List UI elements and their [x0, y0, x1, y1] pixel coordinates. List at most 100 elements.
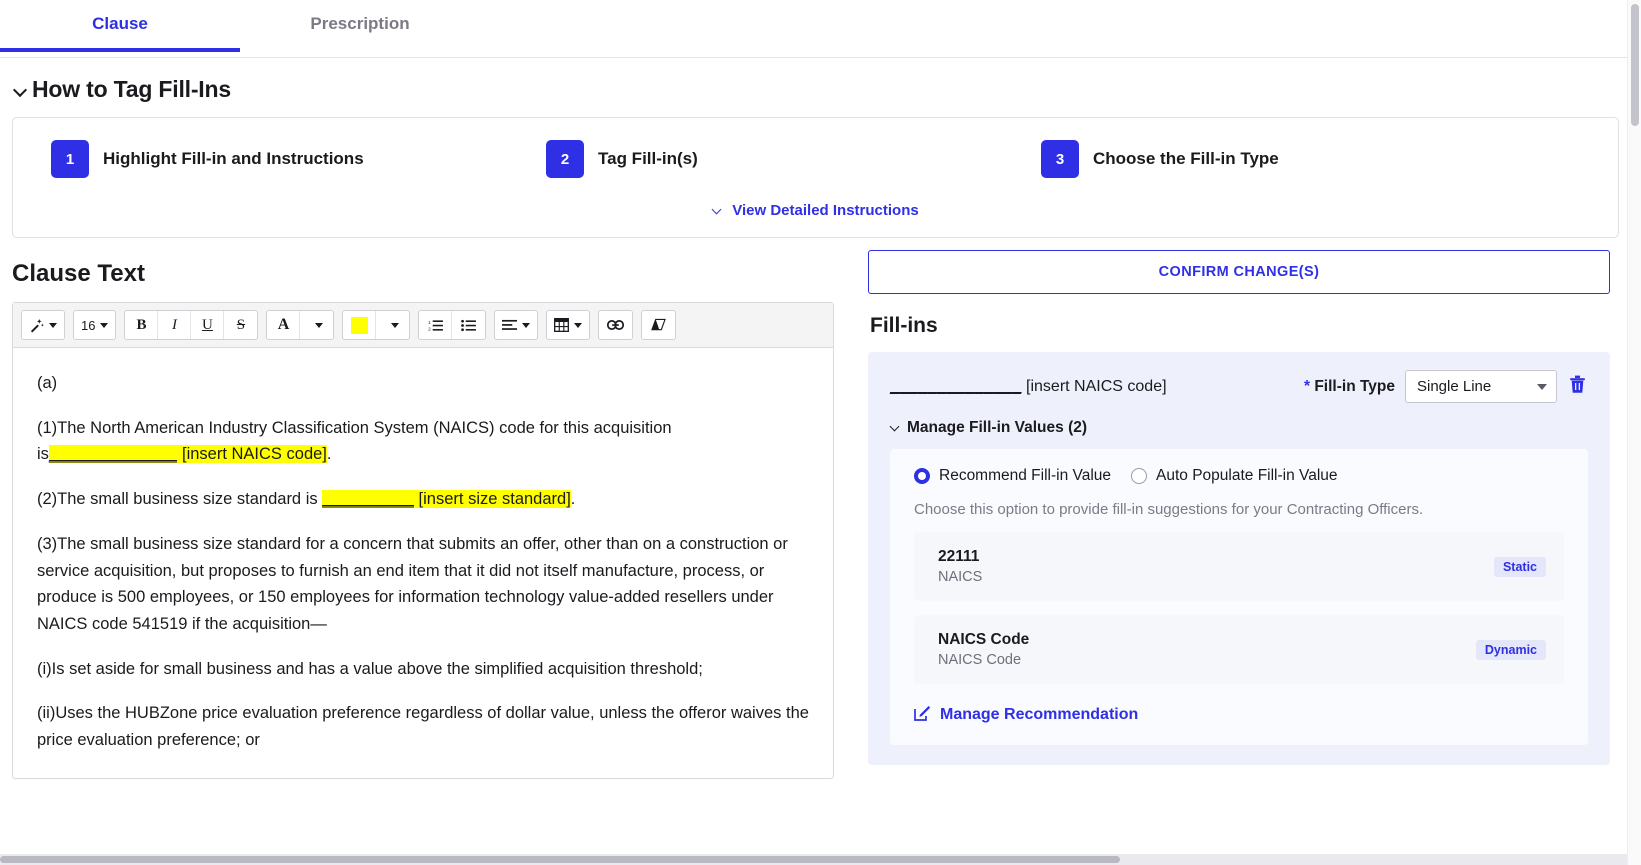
clause-text-column: Clause Text 16 B I U S A 1 2 (a) (1)The … [0, 250, 860, 779]
clause-text-run: (3)The small business size standard for … [37, 534, 788, 634]
fillin-value-item[interactable]: 22111 NAICS Static [914, 532, 1564, 601]
view-detailed-instructions-link[interactable]: View Detailed Instructions [13, 202, 1618, 219]
step-3: 3 Choose the Fill-in Type [1041, 140, 1580, 178]
clause-paragraph: (1)The North American Industry Classific… [37, 415, 809, 468]
svg-text:1: 1 [428, 320, 431, 325]
vertical-scrollbar-thumb[interactable] [1631, 4, 1639, 126]
step-3-label: Choose the Fill-in Type [1093, 149, 1279, 168]
clause-paragraph: (ii)Uses the HUBZone price evaluation pr… [37, 700, 809, 753]
clause-paragraph: (i)Is set aside for small business and h… [37, 656, 809, 683]
fillin-value-source: NAICS [938, 569, 983, 585]
font-color-button[interactable]: A [267, 311, 301, 339]
edit-pencil-icon [914, 704, 931, 725]
toolbar-group-font-size: 16 [73, 310, 117, 340]
fillin-value-item[interactable]: NAICS Code NAICS Code Dynamic [914, 615, 1564, 684]
step-1-number: 1 [51, 140, 89, 178]
view-detailed-instructions-label: View Detailed Instructions [732, 202, 919, 219]
fillin-instruction: [insert NAICS code] [1026, 377, 1167, 395]
italic-button[interactable]: I [158, 311, 192, 339]
clause-text-run: . [326, 445, 332, 464]
bold-button[interactable]: B [125, 311, 159, 339]
step-1-label: Highlight Fill-in and Instructions [103, 149, 364, 168]
clause-text-run: (a) [37, 374, 58, 392]
font-color-dropdown[interactable] [300, 311, 334, 339]
toolbar-group-lists: 1 2 [418, 310, 487, 340]
chevron-down-icon [522, 322, 531, 328]
fillin-value-source: NAICS Code [938, 652, 1022, 668]
chevron-down-icon [391, 322, 400, 328]
fillin-values-section: Recommend Fill-in Value Auto Populate Fi… [890, 449, 1588, 745]
trash-icon[interactable] [1567, 375, 1588, 398]
clause-paragraph: (3)The small business size standard for … [37, 531, 809, 638]
how-to-tag-header[interactable]: How to Tag Fill-Ins [0, 58, 1641, 117]
clause-text-run: (2)The small business size standard is [37, 490, 323, 509]
fillin-value-name: 22111 [938, 548, 980, 565]
clause-text-run: (iii)Is an 8(a), HUBZone, service-disabl… [37, 776, 785, 778]
table-icon[interactable] [547, 311, 590, 339]
fillin-type-value: Single Line [1417, 378, 1492, 395]
chevron-down-icon [49, 322, 57, 328]
fillin-mode-helper-text: Choose this option to provide fill-in su… [914, 501, 1424, 518]
how-to-tag-title: How to Tag Fill-Ins [32, 76, 231, 102]
toolbar-group-highlight [342, 310, 411, 340]
font-size-value: 16 [81, 317, 96, 333]
chevron-down-icon [315, 322, 324, 328]
horizontal-scrollbar-thumb[interactable] [0, 856, 1120, 863]
manage-fillin-values-toggle[interactable]: Manage Fill-in Values (2) [890, 419, 1588, 437]
font-size-select[interactable]: 16 [74, 311, 116, 339]
link-icon[interactable] [599, 311, 633, 339]
svg-text:2: 2 [428, 326, 431, 331]
clause-paragraph: (iii)Is an 8(a), HUBZone, service-disabl… [37, 772, 809, 778]
fillin-blank: ______________ [890, 377, 1022, 395]
magic-wand-icon[interactable] [22, 311, 64, 339]
bullet-list-icon[interactable] [452, 311, 486, 339]
manage-recommendation-label: Manage Recommendation [940, 705, 1139, 723]
fill-in-instruction: [insert NAICS code] [177, 445, 327, 464]
fillin-card: ______________ [insert NAICS code] * Fil… [868, 352, 1610, 765]
toolbar-group-eraser [641, 310, 677, 340]
horizontal-scrollbar[interactable] [0, 854, 1627, 865]
manage-recommendation-link[interactable]: Manage Recommendation [914, 704, 1564, 725]
fillin-value-name: NAICS Code [938, 631, 1030, 648]
step-2-label: Tag Fill-in(s) [598, 149, 698, 168]
eraser-icon[interactable] [642, 311, 676, 339]
highlight-color-button[interactable] [343, 311, 377, 339]
confirm-changes-button[interactable]: CONFIRM CHANGE(S) [868, 250, 1610, 294]
radio-auto-populate-fillin-value[interactable]: Auto Populate Fill-in Value [1131, 467, 1338, 485]
clause-text-body[interactable]: (a) (1)The North American Industry Class… [13, 348, 833, 778]
status-badge: Dynamic [1475, 639, 1546, 660]
clause-paragraph: (a) [37, 370, 809, 397]
fillin-header-row: ______________ [insert NAICS code] * Fil… [890, 370, 1588, 403]
app-page: Clause Prescription How to Tag Fill-Ins … [0, 0, 1641, 865]
underline-button[interactable]: U [191, 311, 225, 339]
align-icon[interactable] [495, 311, 538, 339]
toolbar-group-link [598, 310, 634, 340]
vertical-scrollbar[interactable] [1627, 0, 1641, 865]
status-badge: Static [1493, 556, 1546, 577]
radio-recommend-label: Recommend Fill-in Value [939, 467, 1111, 484]
radio-recommend-fillin-value[interactable]: Recommend Fill-in Value [914, 467, 1111, 485]
steps-row: 1 Highlight Fill-in and Instructions 2 T… [13, 140, 1618, 178]
ordered-list-icon[interactable]: 1 2 [419, 311, 453, 339]
tab-bar: Clause Prescription [0, 0, 1641, 58]
fillin-value-texts: 22111 NAICS [938, 548, 982, 585]
tab-prescription[interactable]: Prescription [240, 0, 480, 52]
fillin-type-select[interactable]: Single Line [1405, 370, 1557, 403]
editor-toolbar: 16 B I U S A 1 2 [13, 303, 833, 348]
font-color-letter: A [277, 316, 290, 333]
clause-text-run: (ii)Uses the HUBZone price evaluation pr… [37, 704, 809, 750]
fill-in-instruction: [insert size standard] [413, 490, 571, 509]
clause-text-run: (i)Is set aside for small business and h… [37, 659, 703, 678]
strikethrough-button[interactable]: S [224, 311, 258, 339]
step-2: 2 Tag Fill-in(s) [546, 140, 1041, 178]
toolbar-group-align [494, 310, 539, 340]
highlight-color-dropdown[interactable] [376, 311, 410, 339]
chevron-down-icon [14, 83, 28, 97]
manage-fillin-values-label: Manage Fill-in Values (2) [907, 419, 1088, 436]
main-content: Clause Text 16 B I U S A 1 2 (a) (1)The … [0, 250, 1641, 779]
chevron-down-icon [1537, 383, 1547, 390]
chevron-down-icon [100, 322, 109, 328]
tab-clause[interactable]: Clause [0, 0, 240, 52]
fill-in-blank: ______________ [48, 445, 178, 464]
fillins-panel: CONFIRM CHANGE(S) Fill-ins _____________… [868, 250, 1628, 765]
